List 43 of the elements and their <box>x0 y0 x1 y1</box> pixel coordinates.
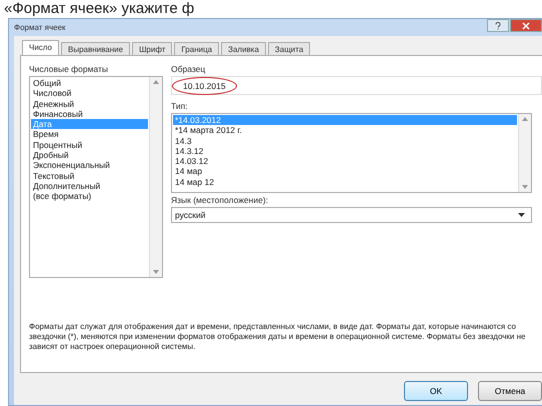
window-title: Формат ячеек <box>14 23 66 32</box>
tab[interactable]: Шрифт <box>132 42 172 56</box>
type-item[interactable]: *14 марта 2012 г. <box>173 125 517 136</box>
category-item[interactable]: Процентный <box>31 140 148 150</box>
cancel-button[interactable]: Отмена <box>478 381 542 401</box>
category-item[interactable]: (все форматы) <box>31 191 148 202</box>
type-item[interactable]: 14 мар <box>173 166 517 177</box>
tab[interactable]: Число <box>22 40 60 56</box>
category-item[interactable]: Текстовый <box>31 170 148 181</box>
tab[interactable]: Заливка <box>221 42 266 56</box>
type-item[interactable]: 14.3.12 <box>173 146 517 156</box>
category-item[interactable]: Денежный <box>31 98 148 109</box>
scroll-up-icon[interactable] <box>522 117 528 121</box>
type-label: Тип: <box>171 101 189 111</box>
scroll-down-icon[interactable] <box>153 270 159 274</box>
tab[interactable]: Защита <box>268 42 310 56</box>
type-item[interactable]: 14.3 <box>173 136 517 146</box>
close-icon[interactable] <box>510 19 542 32</box>
category-item[interactable]: Время <box>31 129 148 140</box>
category-item[interactable]: Экспоненциальный <box>31 160 148 171</box>
category-item[interactable]: Общий <box>31 78 148 88</box>
scrollbar[interactable] <box>149 77 162 277</box>
sample-label: Образец <box>171 64 206 74</box>
category-item[interactable]: Числовой <box>31 88 148 99</box>
type-item[interactable]: 14 мар 12 <box>173 176 517 188</box>
caret-icon <box>518 213 525 217</box>
formats-label: Числовые форматы <box>29 64 109 74</box>
sample-value: 10.10.2015 <box>172 76 237 94</box>
scroll-up-icon[interactable] <box>153 80 159 84</box>
description-text: Форматы дат служат для отображения дат и времени, представленных числами, в виде дат. Форматы дат, которые начинаются со звездочки (*), меняются при изменении форматов отображения даты и времени в операционной системе. Форматы без звездочки не зависят от настроек операционной системы. <box>29 322 526 352</box>
category-item[interactable]: Дополнительный <box>31 180 148 192</box>
scrollbar[interactable] <box>518 114 531 192</box>
type-item[interactable]: 14.03.12 <box>173 156 517 166</box>
category-item[interactable]: Дробный <box>31 150 148 160</box>
tab[interactable]: Выравнивание <box>61 42 130 56</box>
help-icon[interactable] <box>487 19 509 32</box>
ok-button[interactable]: OK <box>404 381 468 401</box>
locale-label: Язык (местоположение): <box>171 195 270 205</box>
heading-text: «Формат ячеек» укажите ф <box>3 0 194 18</box>
category-item[interactable]: Финансовый <box>31 108 148 120</box>
tab[interactable]: Граница <box>174 42 220 56</box>
scroll-down-icon[interactable] <box>522 185 528 189</box>
locale-dropdown[interactable]: русский <box>171 207 532 223</box>
